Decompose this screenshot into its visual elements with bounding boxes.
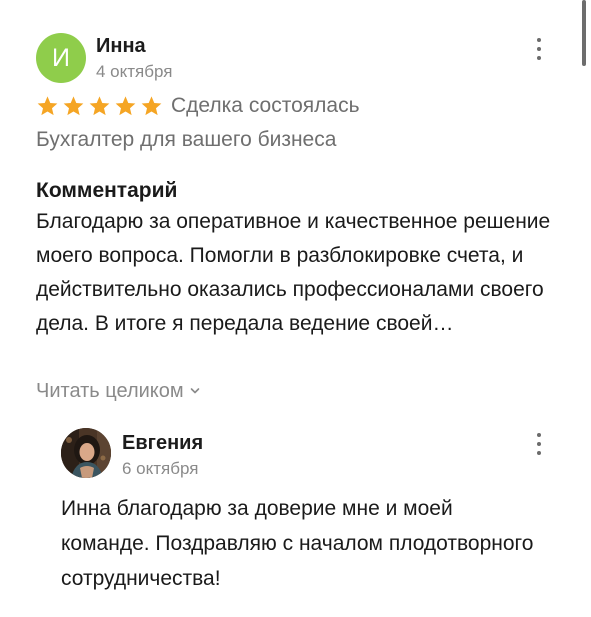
reply-header: Евгения 6 октября bbox=[61, 428, 541, 480]
kebab-dot bbox=[537, 433, 541, 437]
comment-text: Благодарю за оперативное и качественное … bbox=[36, 210, 551, 335]
read-more-label: Читать целиком bbox=[36, 380, 184, 402]
star-icon bbox=[89, 96, 110, 116]
review-header: И Инна 4 октября bbox=[36, 33, 556, 83]
reply-date: 6 октября bbox=[122, 459, 199, 478]
star-icon bbox=[115, 96, 136, 116]
kebab-dot bbox=[537, 38, 541, 42]
service-name[interactable]: Бухгалтер для вашего бизнеса bbox=[36, 126, 336, 154]
rating-row: Сделка состоялась bbox=[36, 94, 360, 118]
reply-text: Инна благодарю за доверие мне и моей ком… bbox=[61, 497, 534, 590]
reply-author-avatar[interactable] bbox=[61, 428, 111, 478]
star-icon bbox=[141, 96, 162, 116]
reply-author-name[interactable]: Евгения bbox=[122, 430, 203, 456]
chevron-down-icon bbox=[190, 388, 199, 394]
reply-more-options-icon[interactable] bbox=[533, 431, 545, 457]
read-more-link[interactable]: Читать целиком bbox=[36, 377, 200, 405]
kebab-dot bbox=[537, 451, 541, 455]
star-icon bbox=[37, 96, 58, 116]
star-icon bbox=[63, 96, 84, 116]
review-date: 4 октября bbox=[96, 62, 173, 81]
scrollbar[interactable] bbox=[582, 0, 586, 66]
comment-label: Комментарий bbox=[36, 179, 178, 202]
author-avatar[interactable]: И bbox=[36, 33, 86, 83]
deal-status: Сделка состоялась bbox=[171, 94, 360, 117]
kebab-dot bbox=[537, 56, 541, 60]
author-name[interactable]: Инна bbox=[96, 33, 146, 59]
review-more-options-icon[interactable] bbox=[533, 36, 545, 62]
kebab-dot bbox=[537, 442, 541, 446]
kebab-dot bbox=[537, 47, 541, 51]
rating-stars bbox=[36, 95, 163, 117]
user-photo-avatar-icon bbox=[61, 428, 111, 478]
